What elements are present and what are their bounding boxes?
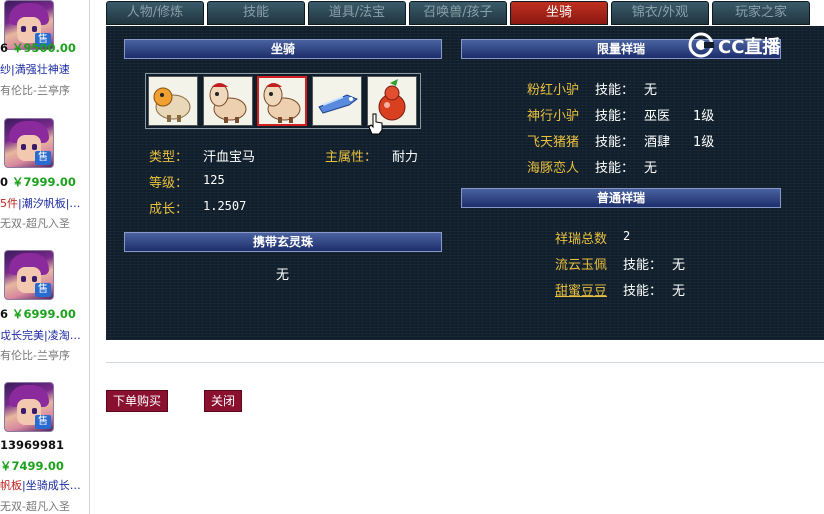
orb-section-header: 携带玄灵珠 (124, 232, 442, 252)
horse-mount-icon (209, 83, 247, 123)
listing-price: 6 ￥6999.00 (0, 307, 76, 321)
common-section-header: 普通祥瑞 (461, 188, 781, 208)
listing-price: 0 ￥7999.00 (0, 175, 76, 189)
tab-home[interactable]: 玩家之家 (712, 1, 810, 25)
listing-item[interactable]: 售 13969981 ￥7499.00 帆板|坐骑成长… 无双-超凡入圣 (0, 382, 89, 514)
mount-details-panel: 坐骑 类型： 汗血宝马 主属性： 耐力 等级： 125 成长： 1.2507 携… (106, 26, 824, 340)
listing-seller: 无双-超凡入圣 (0, 217, 70, 230)
limited-skill-value: 无 (644, 83, 658, 98)
tab-bar: 人物/修炼 技能 道具/法宝 召唤兽/孩子 坐骑 锦衣/外观 玩家之家 (106, 0, 824, 26)
cc-live-logo: CC直播 (688, 32, 800, 58)
sheep-mount-icon (153, 87, 191, 122)
limited-item-name: 神行小驴 (527, 109, 580, 124)
listing-id: 13969981 (0, 438, 65, 452)
listing-desc[interactable]: 纱|満强壮神速 (0, 61, 89, 77)
tab-skills[interactable]: 技能 (207, 1, 305, 25)
type-value: 汗血宝马 (203, 150, 256, 165)
level-value: 125 (203, 173, 225, 187)
limited-item-name: 海豚恋人 (527, 161, 580, 176)
listing-seller: 无双-超凡入圣 (0, 500, 70, 513)
mount-slot-selected[interactable] (257, 76, 307, 126)
limited-skill-level: 1级 (693, 135, 715, 150)
growth-label: 成长： (149, 202, 189, 217)
auspicious-total-value: 2 (623, 229, 631, 243)
tab-items[interactable]: 道具/法宝 (308, 1, 406, 25)
listing-seller: 有伦比-兰亭序 (0, 84, 70, 97)
listing-price: ￥7499.00 (0, 459, 64, 473)
listing-seller: 有伦比-兰亭序 (0, 349, 70, 362)
cc-logo-icon (688, 32, 714, 58)
buy-button[interactable]: 下单购买 (106, 390, 168, 412)
limited-skill-level: 1级 (693, 109, 715, 124)
limited-skill-value: 巫医 (644, 109, 671, 124)
common-item-name[interactable]: 甜蜜豆豆 (555, 280, 607, 299)
mount-slot[interactable] (203, 76, 253, 126)
tab-appearance[interactable]: 锦衣/外观 (611, 1, 709, 25)
limited-skill-value: 酒肆 (644, 135, 671, 150)
auspicious-total-label: 祥瑞总数 (555, 232, 608, 247)
common-skill-label: 技能： (623, 258, 663, 273)
listing-item[interactable]: 售 6 ￥6999.00 戉长完美|凌淘… 有伦比-兰亭序 (0, 250, 89, 382)
tab-mounts[interactable]: 坐骑 (510, 1, 608, 25)
divider (106, 362, 824, 363)
limited-skill-label: 技能： (595, 109, 635, 124)
sell-badge: 售 (35, 283, 51, 297)
common-skill-label: 技能： (623, 284, 663, 299)
mount-section-header: 坐骑 (124, 39, 442, 59)
limited-skill-value: 无 (644, 161, 658, 176)
character-avatar[interactable]: 售 (4, 382, 54, 432)
orb-value: 无 (276, 268, 290, 283)
logo-text: CC直播 (718, 37, 781, 58)
listing-column: 售 6 ￥9500.00 纱|満强壮神速 有伦比-兰亭序 售 0 ￥7999.0… (0, 0, 90, 514)
main-attr-value: 耐力 (392, 150, 419, 165)
listing-desc[interactable]: 戉长完美|凌淘… (0, 327, 89, 343)
character-avatar[interactable]: 售 (4, 118, 54, 168)
growth-value: 1.2507 (203, 199, 247, 213)
mount-slot[interactable] (148, 76, 198, 126)
listing-item[interactable]: 售 0 ￥7999.00 5件|潮汐帆板|… 无双-超凡入圣 (0, 118, 89, 250)
sell-badge: 售 (35, 151, 51, 165)
common-skill-value: 无 (672, 258, 686, 273)
horse-mount-icon (263, 83, 301, 123)
listing-desc[interactable]: 5件|潮汐帆板|… (0, 195, 89, 211)
hand-cursor-icon (368, 113, 383, 135)
limited-item-name: 粉红小驴 (527, 83, 580, 98)
common-item-name: 流云玉佩 (555, 258, 608, 273)
sell-badge: 售 (35, 415, 51, 429)
limited-skill-label: 技能： (595, 83, 635, 98)
mount-slot[interactable] (312, 76, 362, 126)
listing-item[interactable]: 售 6 ￥9500.00 纱|満强壮神速 有伦比-兰亭序 (0, 0, 89, 132)
limited-skill-label: 技能： (595, 161, 635, 176)
tab-character[interactable]: 人物/修炼 (106, 1, 204, 25)
character-avatar[interactable]: 售 (4, 250, 54, 300)
level-label: 等级： (149, 176, 189, 191)
main-attr-label: 主属性： (325, 150, 378, 165)
limited-item-name: 飞天猪猪 (527, 135, 580, 150)
blue-fish-mount-icon (318, 94, 359, 114)
listing-desc[interactable]: 帆板|坐骑成长… (0, 477, 89, 493)
close-button[interactable]: 关闭 (204, 390, 242, 412)
common-skill-value: 无 (672, 284, 686, 299)
tab-summons[interactable]: 召唤兽/孩子 (409, 1, 507, 25)
type-label: 类型： (149, 150, 189, 165)
listing-price: 6 ￥9500.00 (0, 41, 76, 55)
limited-skill-label: 技能： (595, 135, 635, 150)
